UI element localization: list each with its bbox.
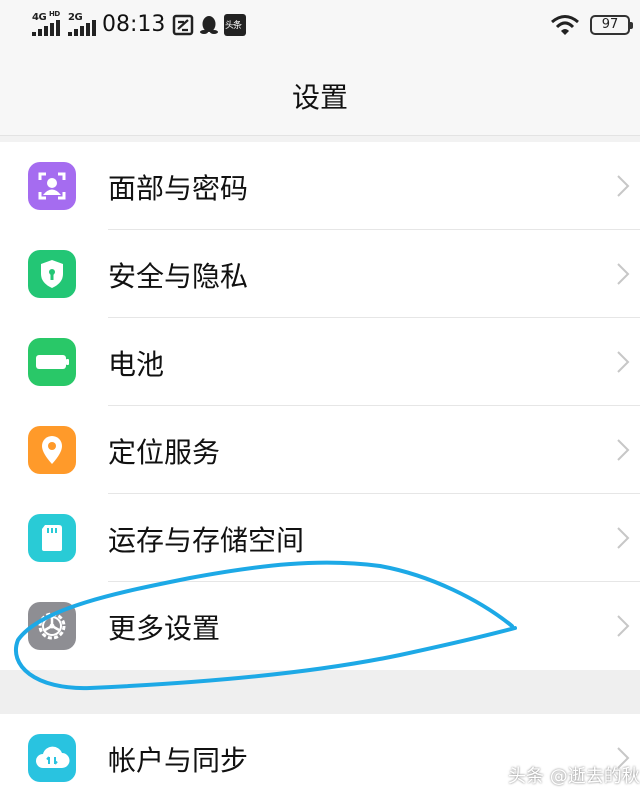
chevron-right-icon [617, 439, 630, 461]
section-separator [0, 670, 640, 714]
clock: 08:13 [102, 12, 166, 37]
sim2-signal-icon: 2G [68, 12, 100, 36]
chevron-right-icon [617, 263, 630, 285]
settings-item-label: 更多设置 [108, 612, 221, 645]
screenshot-icon [172, 14, 194, 36]
settings-item-label: 帐户与同步 [108, 744, 249, 777]
settings-item-label: 面部与密码 [108, 172, 249, 205]
settings-item-location[interactable]: 定位服务 [0, 406, 640, 494]
gear-icon [28, 602, 76, 650]
toutiao-icon: 头条 [224, 14, 246, 36]
battery-indicator: 97 [590, 15, 633, 35]
settings-item-label: 运存与存储空间 [108, 524, 305, 557]
sim1-signal-icon: 4G HD [32, 10, 64, 36]
sim1-hd-badge: HD [49, 10, 60, 18]
chevron-right-icon [617, 351, 630, 373]
qq-penguin-icon [198, 14, 220, 36]
toutiao-label: 头条 [225, 21, 242, 31]
settings-item-label: 安全与隐私 [108, 260, 249, 293]
sd-card-icon [28, 514, 76, 562]
chevron-right-icon [617, 527, 630, 549]
settings-item-more-settings[interactable]: 更多设置 [0, 582, 640, 670]
settings-list: 面部与密码 安全与隐私 电池 定位服务 运存与存储空间 更多设置 [0, 142, 640, 670]
battery-icon [28, 338, 76, 386]
title-bar: 设置 [0, 52, 640, 136]
shield-icon [28, 250, 76, 298]
wifi-icon [550, 14, 580, 36]
page-title: 设置 [291, 81, 348, 114]
cloud-sync-icon [28, 734, 76, 782]
settings-item-battery[interactable]: 电池 [0, 318, 640, 406]
settings-item-label: 定位服务 [108, 436, 221, 469]
status-bar: 4G HD 2G 08:13 头条 97 [0, 0, 640, 52]
location-pin-icon [28, 426, 76, 474]
settings-item-security-privacy[interactable]: 安全与隐私 [0, 230, 640, 318]
settings-item-face-password[interactable]: 面部与密码 [0, 142, 640, 230]
settings-item-label: 电池 [108, 348, 165, 381]
chevron-right-icon [617, 615, 630, 637]
chevron-right-icon [617, 175, 630, 197]
face-id-icon [28, 162, 76, 210]
settings-item-memory-storage[interactable]: 运存与存储空间 [0, 494, 640, 582]
watermark: 头条 @逝去的秋 [508, 766, 640, 787]
